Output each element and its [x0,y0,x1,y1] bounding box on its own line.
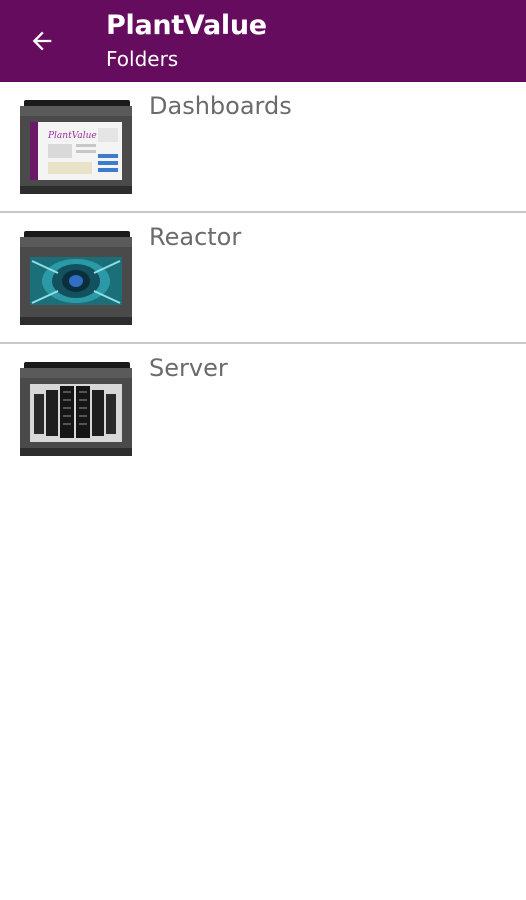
svg-text:PlantValue: PlantValue [47,131,97,141]
folder-item-dashboards[interactable]: PlantValue Dashboards [0,82,526,213]
folder-item-server[interactable]: Server [0,344,526,475]
folder-reactor-thumbnail-icon [20,231,132,325]
app-bar: PlantValue Folders [0,0,526,82]
title-block: PlantValue Folders [106,8,267,73]
folder-label: Server [149,354,228,382]
folder-list: PlantValue Dashboards Reactor Server [0,82,526,475]
page-subtitle: Folders [106,47,179,71]
folder-server-thumbnail-icon [20,362,132,456]
app-title: PlantValue [106,10,267,41]
folder-label: Reactor [149,223,242,251]
arrow-left-icon [32,31,52,51]
back-button[interactable] [14,20,70,62]
folder-item-reactor[interactable]: Reactor [0,213,526,344]
folder-dashboard-thumbnail-icon: PlantValue [20,100,132,194]
folder-label: Dashboards [149,92,292,120]
